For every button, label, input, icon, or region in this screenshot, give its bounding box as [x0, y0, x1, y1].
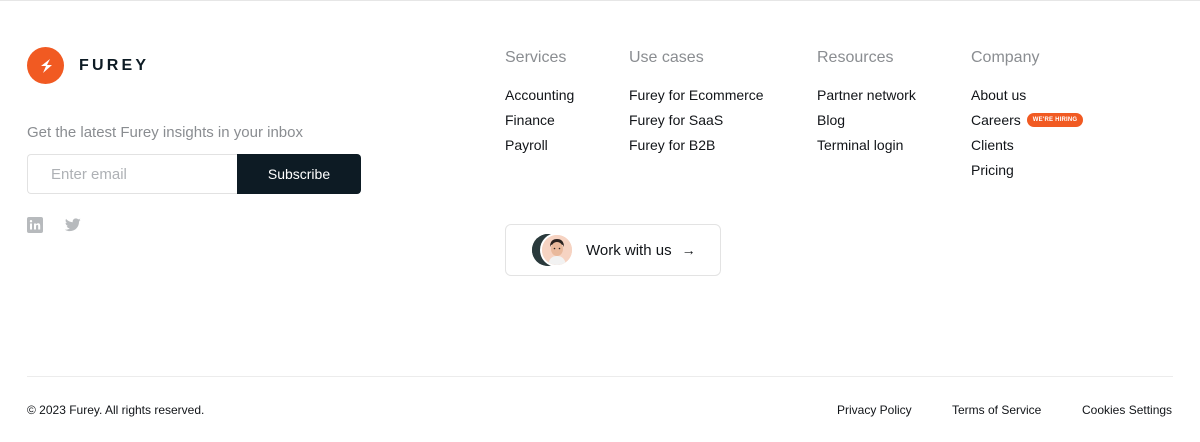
use-cases-column: Use cases Furey for Ecommerce Furey for …: [629, 48, 764, 161]
link-accounting[interactable]: Accounting: [505, 86, 574, 104]
furey-logo-icon: [27, 47, 64, 84]
avatar: [540, 233, 574, 267]
cookies-settings-link[interactable]: Cookies Settings: [1082, 403, 1172, 417]
link-furey-b2b[interactable]: Furey for B2B: [629, 136, 715, 154]
brand-name: FUREY: [79, 56, 150, 74]
newsletter-label: Get the latest Furey insights in your in…: [27, 124, 303, 141]
link-about-us[interactable]: About us: [971, 86, 1026, 104]
link-clients[interactable]: Clients: [971, 136, 1014, 154]
link-careers[interactable]: Careers: [971, 111, 1021, 129]
subscribe-button[interactable]: Subscribe: [237, 154, 361, 194]
services-title: Services: [505, 49, 567, 66]
work-with-us-button[interactable]: Work with us →: [505, 224, 721, 276]
top-divider: [0, 0, 1200, 1]
link-pricing[interactable]: Pricing: [971, 161, 1014, 179]
services-column: Services Accounting Finance Payroll: [505, 48, 574, 161]
brand[interactable]: FUREY: [27, 47, 149, 84]
linkedin-icon[interactable]: [27, 217, 43, 233]
link-furey-saas[interactable]: Furey for SaaS: [629, 111, 723, 129]
terms-of-service-link[interactable]: Terms of Service: [952, 403, 1041, 417]
team-avatars: [532, 233, 576, 267]
link-blog[interactable]: Blog: [817, 111, 845, 129]
email-input[interactable]: [27, 154, 237, 194]
arrow-right-icon: →: [681, 242, 696, 258]
company-title: Company: [971, 49, 1040, 66]
link-partner-network[interactable]: Partner network: [817, 86, 916, 104]
link-finance[interactable]: Finance: [505, 111, 555, 129]
link-terminal-login[interactable]: Terminal login: [817, 136, 903, 154]
link-payroll[interactable]: Payroll: [505, 136, 548, 154]
use-cases-title: Use cases: [629, 49, 704, 66]
resources-column: Resources Partner network Blog Terminal …: [817, 48, 916, 161]
resources-title: Resources: [817, 49, 894, 66]
link-furey-ecommerce[interactable]: Furey for Ecommerce: [629, 86, 764, 104]
social-links: [27, 217, 81, 233]
privacy-policy-link[interactable]: Privacy Policy: [837, 403, 912, 417]
footer-divider: [27, 376, 1173, 377]
newsletter-form: Subscribe: [27, 154, 361, 194]
twitter-icon[interactable]: [65, 217, 81, 233]
hiring-badge: WE'RE HIRING: [1026, 113, 1084, 127]
work-with-us-label: Work with us: [586, 241, 672, 259]
company-column: Company About us Careers WE'RE HIRING Cl…: [971, 48, 1084, 186]
copyright: © 2023 Furey. All rights reserved.: [27, 403, 205, 417]
